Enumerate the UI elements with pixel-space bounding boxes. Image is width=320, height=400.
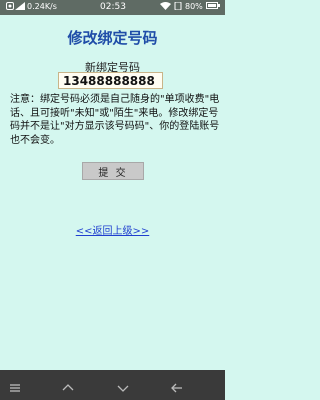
net-speed: 0.24K/s (27, 2, 57, 11)
wifi-icon (160, 2, 171, 12)
battery-icon (206, 2, 220, 11)
submit-button[interactable]: 提 交 (82, 162, 144, 180)
signal-icon (15, 2, 25, 12)
notice-text: 注意：绑定号码必须是自己随身的"单项收费"电话、且可接听"未知"或"陌生"来电。… (10, 94, 220, 146)
home-icon[interactable] (61, 379, 75, 391)
silent-icon (174, 1, 182, 12)
status-bar: 0.24K/s 02:53 80% (0, 0, 225, 15)
back-icon[interactable] (170, 379, 184, 393)
phone-number-input[interactable] (58, 72, 163, 89)
battery-percent: 80% (185, 2, 203, 11)
notification-icon (6, 2, 14, 10)
navigation-bar (0, 370, 225, 400)
recent-apps-icon[interactable] (116, 379, 130, 392)
clock: 02:53 (100, 2, 126, 12)
page-title: 修改绑定号码 (67, 29, 158, 47)
back-link[interactable]: <<返回上级>> (0, 222, 225, 237)
menu-icon[interactable] (8, 379, 22, 392)
